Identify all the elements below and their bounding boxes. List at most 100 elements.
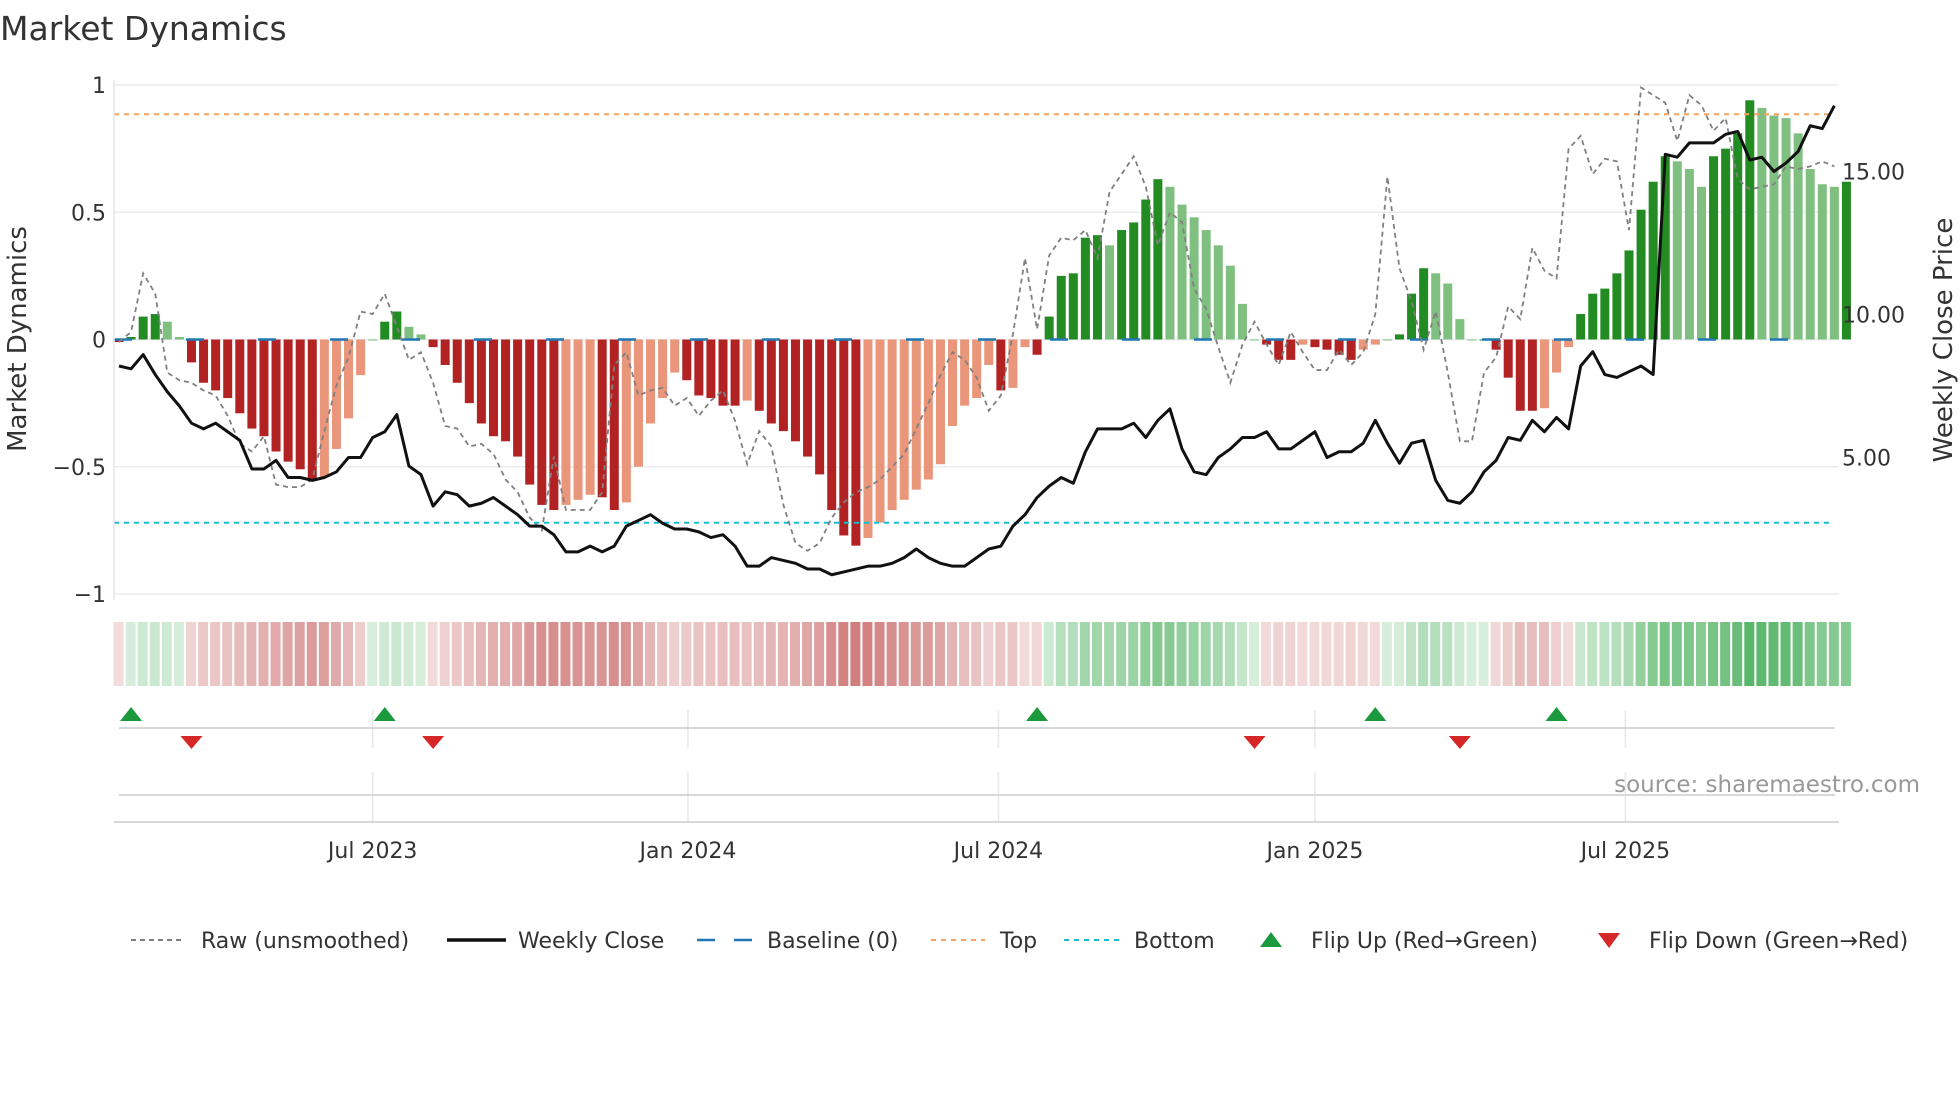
- ribbon-cell: [681, 622, 692, 686]
- ribbon-cell: [1261, 622, 1272, 686]
- bar: [1696, 186, 1706, 340]
- bar: [573, 339, 583, 500]
- ribbon-cell: [729, 622, 740, 686]
- ribbon-cell: [886, 622, 897, 686]
- ribbon-cell: [185, 622, 196, 686]
- ribbon-cell: [632, 622, 643, 686]
- bar: [138, 316, 148, 340]
- ribbon-cell: [947, 622, 958, 686]
- bar: [827, 339, 837, 511]
- ribbon-cell: [222, 622, 233, 686]
- bar: [1539, 339, 1549, 409]
- ribbon-cell: [1623, 622, 1634, 686]
- ribbon-cell: [1442, 622, 1453, 686]
- legend-flip-down-label: Flip Down (Green→Red): [1649, 929, 1908, 954]
- ribbon-cell: [995, 622, 1006, 686]
- legend-flip-down-icon: [1598, 933, 1620, 948]
- ribbon-cell: [282, 622, 293, 686]
- y-tick-label: −1: [74, 583, 106, 608]
- ribbon-cell: [1563, 622, 1574, 686]
- y-right-tick-label: 5.00: [1842, 447, 1891, 472]
- ribbon-cell: [850, 622, 861, 686]
- x-tick-label: Jan 2025: [1264, 839, 1363, 864]
- bar: [1636, 209, 1646, 340]
- bar: [706, 339, 716, 399]
- ribbon-cell: [826, 622, 837, 686]
- ribbon-cell: [874, 622, 885, 686]
- bar: [174, 336, 184, 340]
- bar: [211, 339, 221, 391]
- ribbon-cell: [1708, 622, 1719, 686]
- x-tick-label: Jul 2024: [952, 839, 1044, 864]
- ribbon-cell: [1381, 622, 1392, 686]
- flip-up-marker: [1364, 707, 1387, 721]
- ribbon-cell: [451, 622, 462, 686]
- ribbon-cell: [1418, 622, 1429, 686]
- ribbon-cell: [705, 622, 716, 686]
- legend-bottom-label: Bottom: [1134, 929, 1215, 954]
- source-label: source: sharemaestro.com: [1614, 772, 1920, 798]
- ribbon-cell: [463, 622, 474, 686]
- bar: [1455, 319, 1465, 340]
- bar: [597, 339, 607, 498]
- ribbon-cell: [1514, 622, 1525, 686]
- bar: [815, 339, 825, 475]
- bar: [223, 339, 233, 399]
- ribbon-cell: [983, 622, 994, 686]
- bar: [1117, 230, 1127, 340]
- bar: [150, 314, 160, 340]
- bar: [549, 339, 559, 511]
- ribbon-cell: [814, 622, 825, 686]
- flip-up-marker: [1026, 707, 1049, 721]
- ribbon-cell: [1067, 622, 1078, 686]
- ribbon-cell: [173, 622, 184, 686]
- ribbon-cell: [1756, 622, 1767, 686]
- bar: [1721, 148, 1731, 340]
- ribbon-cell: [524, 622, 535, 686]
- bar: [344, 339, 354, 419]
- bar: [1576, 314, 1586, 340]
- ribbon-cell: [753, 622, 764, 686]
- bar: [646, 339, 656, 424]
- ribbon-cell: [125, 622, 136, 686]
- y-right-tick-label: 10.00: [1842, 304, 1905, 329]
- bar: [1394, 334, 1404, 340]
- ribbon-cell: [765, 622, 776, 686]
- bar: [984, 339, 994, 365]
- bar: [271, 339, 281, 452]
- flip-down-marker: [180, 736, 203, 749]
- bar: [996, 339, 1006, 391]
- ribbon-cell: [1152, 622, 1163, 686]
- ribbon-cell: [1430, 622, 1441, 686]
- ribbon-cell: [1200, 622, 1211, 686]
- ribbon-cell: [1502, 622, 1513, 686]
- bar: [1443, 283, 1453, 340]
- ribbon-cell: [1611, 622, 1622, 686]
- ribbon-cell: [959, 622, 970, 686]
- y-axis-right-label: Weekly Close Price: [1929, 218, 1959, 463]
- ribbon-cell: [258, 622, 269, 686]
- ribbon-cell: [838, 622, 849, 686]
- flip-up-marker: [373, 707, 396, 721]
- ribbon-cell: [862, 622, 873, 686]
- bar: [259, 339, 269, 437]
- legend-top-label: Top: [999, 929, 1037, 954]
- bar: [307, 339, 317, 480]
- ribbon-cell: [343, 622, 354, 686]
- ribbon-cell: [1055, 622, 1066, 686]
- ribbon-cell: [1104, 622, 1115, 686]
- bar: [1322, 339, 1332, 350]
- ribbon-cell: [1116, 622, 1127, 686]
- ribbon-cell: [669, 622, 680, 686]
- ribbon-cell: [113, 622, 124, 686]
- ribbon-cell: [355, 622, 366, 686]
- bar: [633, 339, 643, 467]
- ribbon-cell: [584, 622, 595, 686]
- ribbon-cell: [1538, 622, 1549, 686]
- bar: [1745, 100, 1755, 340]
- bar: [1527, 339, 1537, 411]
- ribbon-cell: [1816, 622, 1827, 686]
- bar: [899, 339, 909, 500]
- ribbon-cell: [693, 622, 704, 686]
- ribbon-cell: [1526, 622, 1537, 686]
